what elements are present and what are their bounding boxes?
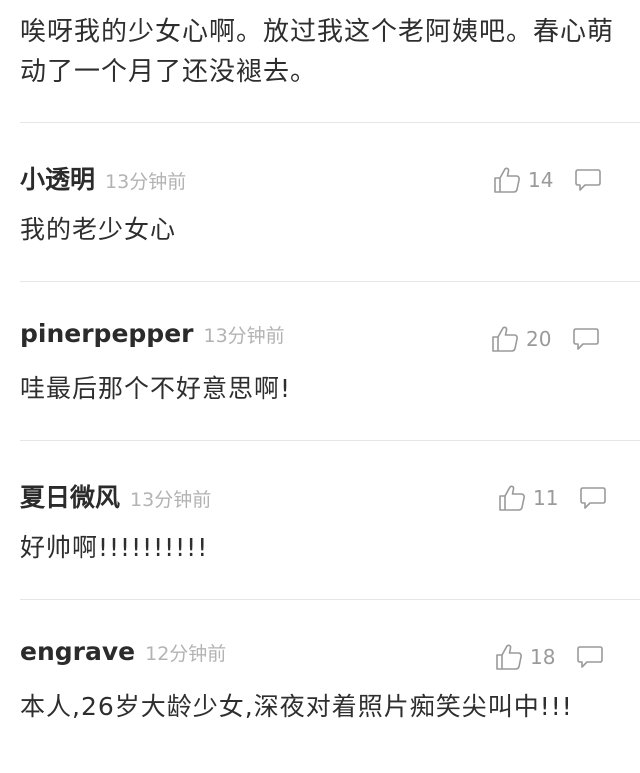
comment-text: 好帅啊!!!!!!!!!! (20, 533, 209, 562)
timestamp: 12分钟前 (145, 643, 227, 665)
reply-button[interactable] (574, 167, 602, 193)
divider (20, 122, 640, 123)
thumbs-up-icon (496, 644, 522, 670)
comment-header: engrave 12分钟前 (20, 637, 226, 677)
like-button[interactable]: 20 (490, 324, 554, 354)
divider (20, 440, 640, 441)
like-button[interactable]: 18 (494, 642, 558, 672)
comment-bubble-icon (577, 646, 603, 668)
comment-header: 小透明 13分钟前 (20, 160, 186, 200)
reply-button[interactable] (576, 644, 604, 670)
comment-text: 我的老少女心 (20, 215, 177, 244)
timestamp: 13分钟前 (105, 171, 187, 193)
thumbs-up-icon (492, 326, 518, 352)
username[interactable]: 小透明 (20, 160, 95, 196)
like-count: 11 (533, 486, 559, 510)
comment-bubble-icon (573, 328, 599, 350)
like-count: 14 (528, 168, 554, 192)
thumbs-up-icon (494, 167, 520, 193)
reply-button[interactable] (579, 485, 607, 511)
comment-actions: 14 (492, 160, 602, 200)
username[interactable]: engrave (20, 637, 135, 666)
comment-header: 夏日微风 13分钟前 (20, 478, 211, 518)
comment-actions: 11 (497, 478, 607, 518)
username[interactable]: pinerpepper (20, 319, 193, 348)
username[interactable]: 夏日微风 (20, 478, 120, 514)
reply-button[interactable] (572, 326, 600, 352)
like-button[interactable]: 14 (492, 165, 556, 195)
comment-header: pinerpepper 13分钟前 (20, 319, 285, 359)
comment-bubble-icon (575, 169, 601, 191)
timestamp: 13分钟前 (130, 489, 212, 511)
like-button[interactable]: 11 (497, 483, 561, 513)
comment-text: 本人,26岁大龄少女,深夜对着照片痴笑尖叫中!!! (20, 692, 573, 721)
thumbs-up-icon (499, 485, 525, 511)
comment-text: 哇最后那个不好意思啊! (20, 374, 292, 403)
comment-bubble-icon (580, 487, 606, 509)
divider (20, 599, 640, 600)
comment-actions: 18 (494, 637, 604, 677)
like-count: 20 (526, 327, 552, 351)
like-count: 18 (530, 645, 556, 669)
comment-actions: 20 (490, 319, 600, 359)
comment-text: 唉呀我的少女心啊。放过我这个老阿姨吧。春心萌动了一个月了还没褪去。 (20, 17, 615, 87)
timestamp: 13分钟前 (203, 325, 285, 347)
comment-feed: 唉呀我的少女心啊。放过我这个老阿姨吧。春心萌动了一个月了还没褪去。 小透明 13… (0, 0, 640, 773)
divider (20, 281, 640, 282)
